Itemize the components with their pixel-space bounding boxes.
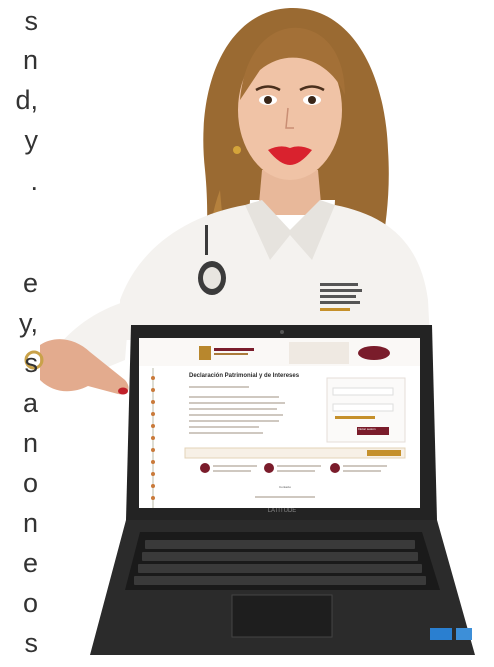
brand-logo — [358, 346, 390, 360]
text-fragment: s — [24, 628, 39, 658]
text-fragment: n — [22, 428, 38, 458]
text-fragment: o — [22, 588, 38, 618]
photo-scene: LATITUDE — [0, 0, 494, 667]
svg-text:LATITUDE: LATITUDE — [268, 508, 297, 514]
text-fragment: n — [22, 45, 38, 75]
text-fragment: y — [24, 125, 39, 155]
text-fragment: s — [24, 348, 39, 378]
screen-webpage — [139, 338, 420, 508]
text-fragment: e — [22, 548, 38, 578]
text-fragment: n — [22, 508, 38, 538]
text-fragment: y, — [19, 308, 38, 338]
screen-page-title: Declaración Patrimonial y de Intereses — [189, 373, 300, 379]
screen-footer-link[interactable]: Contacto — [279, 485, 291, 489]
text-fragment: a — [22, 388, 38, 418]
text-fragment: o — [22, 468, 38, 498]
seal-logo — [199, 346, 211, 360]
text-fragment: . — [30, 166, 38, 196]
screen-login-button[interactable]: Iniciar sesión — [358, 427, 376, 431]
laptop-screen: Declaración Patrimonial y de Intereses I… — [139, 338, 420, 508]
text-fragment: e — [22, 268, 38, 298]
text-fragment: d, — [15, 85, 38, 115]
cropped-side-text: s n d, y . e y, s a n o n e o s — [0, 0, 60, 667]
text-fragment: s — [24, 6, 39, 36]
touchpad — [231, 594, 333, 638]
